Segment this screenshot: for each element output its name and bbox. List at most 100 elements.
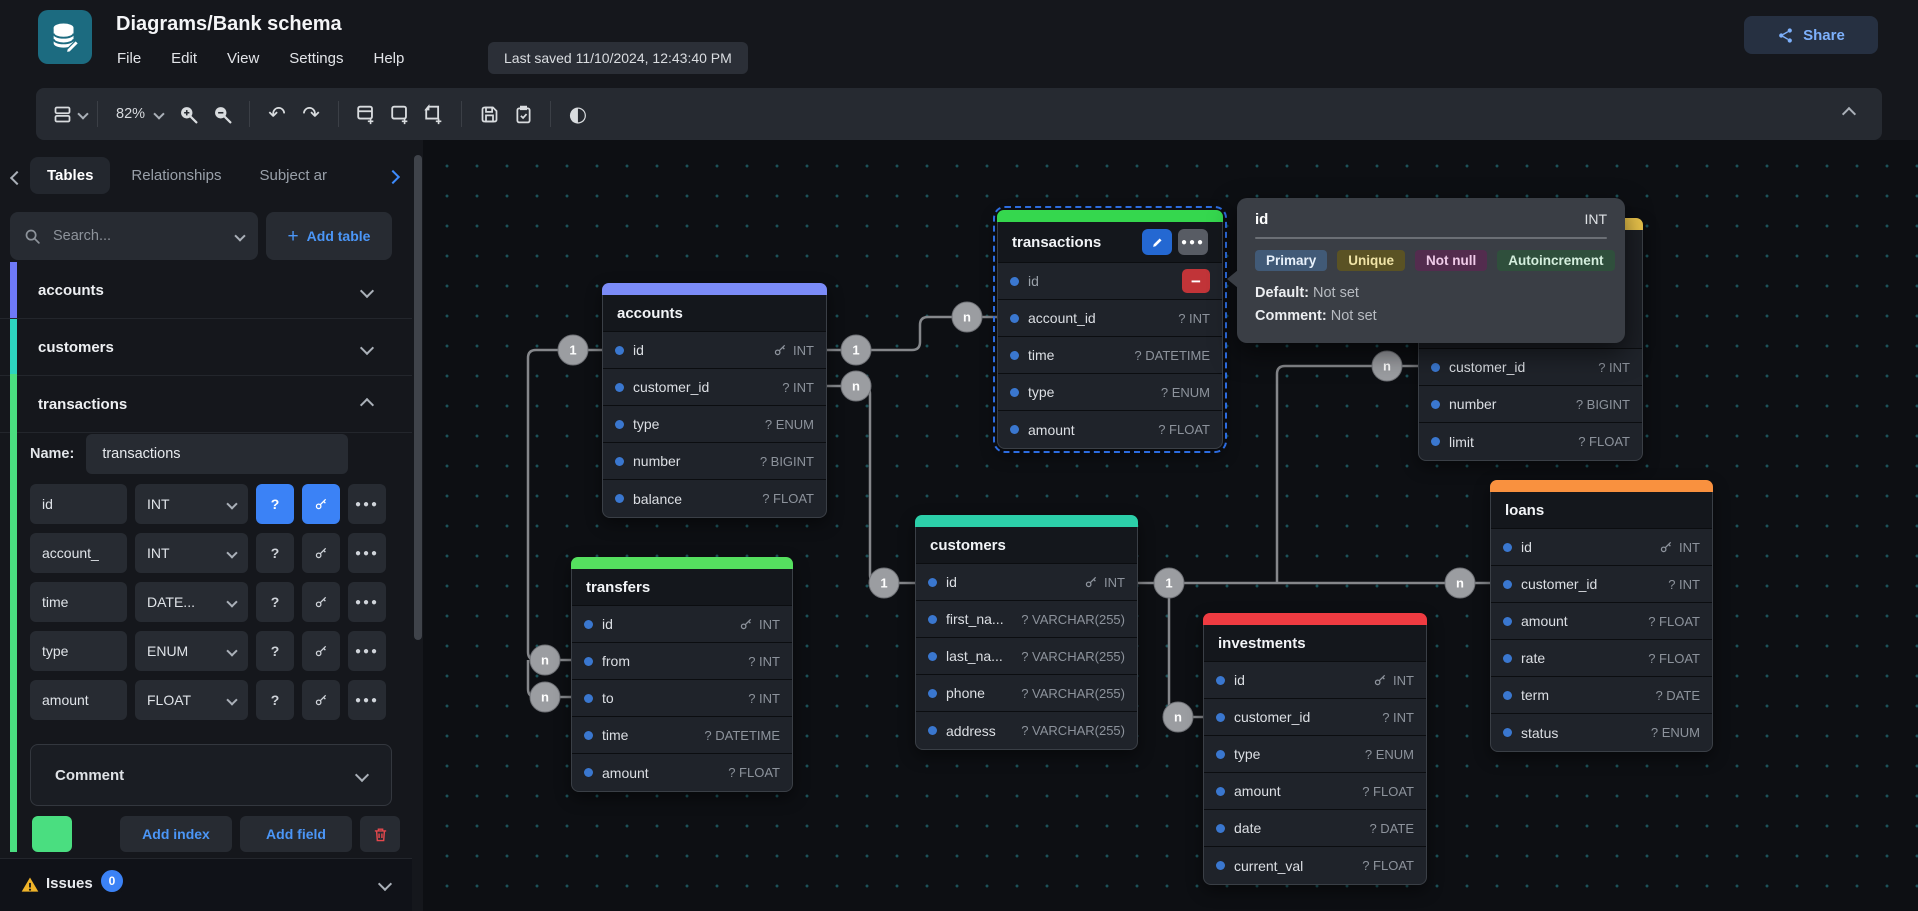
delete-table-button[interactable] <box>360 816 400 852</box>
field-name-input[interactable]: account_ <box>30 533 127 573</box>
primary-key-toggle[interactable] <box>302 484 340 524</box>
table-field-row[interactable]: number? BIGINT <box>603 443 826 480</box>
table-field-row[interactable]: amount? FLOAT <box>998 411 1222 448</box>
table-customers[interactable]: customersidINTfirst_na...? VARCHAR(255)l… <box>915 515 1138 750</box>
commit-button[interactable] <box>506 96 540 132</box>
table-loans[interactable]: loansidINTcustomer_id? INTamount? FLOATr… <box>1490 480 1713 752</box>
table-field-row[interactable]: amount? FLOAT <box>1204 773 1426 810</box>
sidebar-item-transactions[interactable]: transactions <box>0 376 412 433</box>
zoom-level-dropdown[interactable]: 82% <box>108 106 171 122</box>
primary-key-toggle[interactable] <box>302 631 340 671</box>
table-search-box[interactable] <box>10 212 258 260</box>
theme-toggle-button[interactable]: ◐ <box>561 96 595 132</box>
nullable-toggle[interactable]: ? <box>256 533 294 573</box>
nullable-toggle[interactable]: ? <box>256 582 294 622</box>
sidebar-item-accounts[interactable]: accounts <box>0 262 412 319</box>
primary-key-toggle[interactable] <box>302 533 340 573</box>
field-type-select[interactable]: DATE... <box>135 582 248 622</box>
field-more-options-button[interactable]: ●●● <box>348 680 386 720</box>
table-field-row[interactable]: status? ENUM <box>1491 714 1712 751</box>
table-field-row[interactable]: to? INT <box>572 680 792 717</box>
table-field-row[interactable]: idINT <box>916 564 1137 601</box>
table-field-row[interactable]: amount? FLOAT <box>1491 603 1712 640</box>
scrollbar-thumb[interactable] <box>414 155 422 640</box>
comment-section[interactable]: Comment <box>30 744 392 806</box>
delete-field-button[interactable]: − <box>1182 269 1210 293</box>
table-field-row[interactable]: customer_id? INT <box>603 369 826 406</box>
add-note-tool-button[interactable] <box>417 96 451 132</box>
field-name-input[interactable]: amount <box>30 680 127 720</box>
menu-help[interactable]: Help <box>360 46 417 71</box>
edit-table-button[interactable] <box>1142 229 1172 255</box>
field-type-select[interactable]: INT <box>135 533 248 573</box>
table-field-row[interactable]: type? ENUM <box>1204 736 1426 773</box>
add-table-tool-button[interactable] <box>349 96 383 132</box>
redo-button[interactable]: ↷ <box>294 96 328 132</box>
primary-key-toggle[interactable] <box>302 582 340 622</box>
table-field-row[interactable]: id− <box>998 263 1222 300</box>
tabs-scroll-right-button[interactable] <box>388 169 398 187</box>
table-field-row[interactable]: amount? FLOAT <box>572 754 792 791</box>
table-field-row[interactable]: term? DATE <box>1491 677 1712 714</box>
field-type-select[interactable]: ENUM <box>135 631 248 671</box>
tab-relationships[interactable]: Relationships <box>114 157 238 194</box>
table-field-row[interactable]: address? VARCHAR(255) <box>916 712 1137 749</box>
save-button[interactable] <box>472 96 506 132</box>
field-name-input[interactable]: id <box>30 484 127 524</box>
table-field-row[interactable]: idINT <box>1204 662 1426 699</box>
field-name-input[interactable]: type <box>30 631 127 671</box>
table-field-row[interactable]: date? DATE <box>1204 810 1426 847</box>
add-table-button[interactable]: + Add table <box>266 212 392 260</box>
table-field-row[interactable]: type? ENUM <box>998 374 1222 411</box>
table-field-row[interactable]: idINT <box>603 332 826 369</box>
table-field-row[interactable]: from? INT <box>572 643 792 680</box>
table-investments[interactable]: investmentsidINTcustomer_id? INTtype? EN… <box>1203 613 1427 885</box>
share-button[interactable]: Share <box>1744 16 1878 54</box>
table-field-row[interactable]: customer_id? INT <box>1204 699 1426 736</box>
table-accounts[interactable]: accountsidINTcustomer_id? INTtype? ENUMn… <box>602 283 827 518</box>
menu-edit[interactable]: Edit <box>158 46 210 71</box>
table-field-row[interactable]: type? ENUM <box>603 406 826 443</box>
layout-panels-button[interactable] <box>52 96 87 132</box>
nullable-toggle[interactable]: ? <box>256 631 294 671</box>
field-more-options-button[interactable]: ●●● <box>348 582 386 622</box>
table-field-row[interactable]: balance? FLOAT <box>603 480 826 517</box>
table-field-row[interactable]: number? BIGINT <box>1419 386 1642 423</box>
collapse-toolbar-button[interactable] <box>1832 96 1866 132</box>
sidebar-item-customers[interactable]: customers <box>0 319 412 376</box>
table-transactions[interactable]: transactions●●●id−account_id? INTtime? D… <box>997 210 1223 449</box>
field-more-options-button[interactable]: ●●● <box>348 631 386 671</box>
table-color-swatch[interactable] <box>32 816 72 852</box>
sidebar-scrollbar[interactable] <box>413 150 423 870</box>
menu-settings[interactable]: Settings <box>276 46 356 71</box>
add-index-button[interactable]: Add index <box>120 816 232 852</box>
menu-view[interactable]: View <box>214 46 272 71</box>
table-field-row[interactable]: first_na...? VARCHAR(255) <box>916 601 1137 638</box>
table-field-row[interactable]: idINT <box>572 606 792 643</box>
table-field-row[interactable]: current_val? FLOAT <box>1204 847 1426 884</box>
field-type-select[interactable]: FLOAT <box>135 680 248 720</box>
table-field-row[interactable]: phone? VARCHAR(255) <box>916 675 1137 712</box>
add-area-tool-button[interactable] <box>383 96 417 132</box>
table-name-input[interactable] <box>86 434 348 474</box>
zoom-in-button[interactable] <box>171 96 205 132</box>
issues-bar[interactable]: Issues 0 <box>0 858 412 911</box>
table-field-row[interactable]: customer_id? INT <box>1419 349 1642 386</box>
table-field-row[interactable]: account_id? INT <box>998 300 1222 337</box>
field-name-input[interactable]: time <box>30 582 127 622</box>
tab-tables[interactable]: Tables <box>30 157 110 194</box>
tab-subject-ar[interactable]: Subject ar <box>242 157 344 194</box>
field-more-options-button[interactable]: ●●● <box>348 484 386 524</box>
nullable-toggle[interactable]: ? <box>256 484 294 524</box>
add-field-button[interactable]: Add field <box>240 816 352 852</box>
table-field-row[interactable]: customer_id? INT <box>1491 566 1712 603</box>
field-type-select[interactable]: INT <box>135 484 248 524</box>
table-field-row[interactable]: last_na...? VARCHAR(255) <box>916 638 1137 675</box>
table-field-row[interactable]: idINT <box>1491 529 1712 566</box>
primary-key-toggle[interactable] <box>302 680 340 720</box>
table-field-row[interactable]: rate? FLOAT <box>1491 640 1712 677</box>
nullable-toggle[interactable]: ? <box>256 680 294 720</box>
table-more-options-button[interactable]: ●●● <box>1178 229 1208 255</box>
undo-button[interactable]: ↶ <box>260 96 294 132</box>
field-more-options-button[interactable]: ●●● <box>348 533 386 573</box>
